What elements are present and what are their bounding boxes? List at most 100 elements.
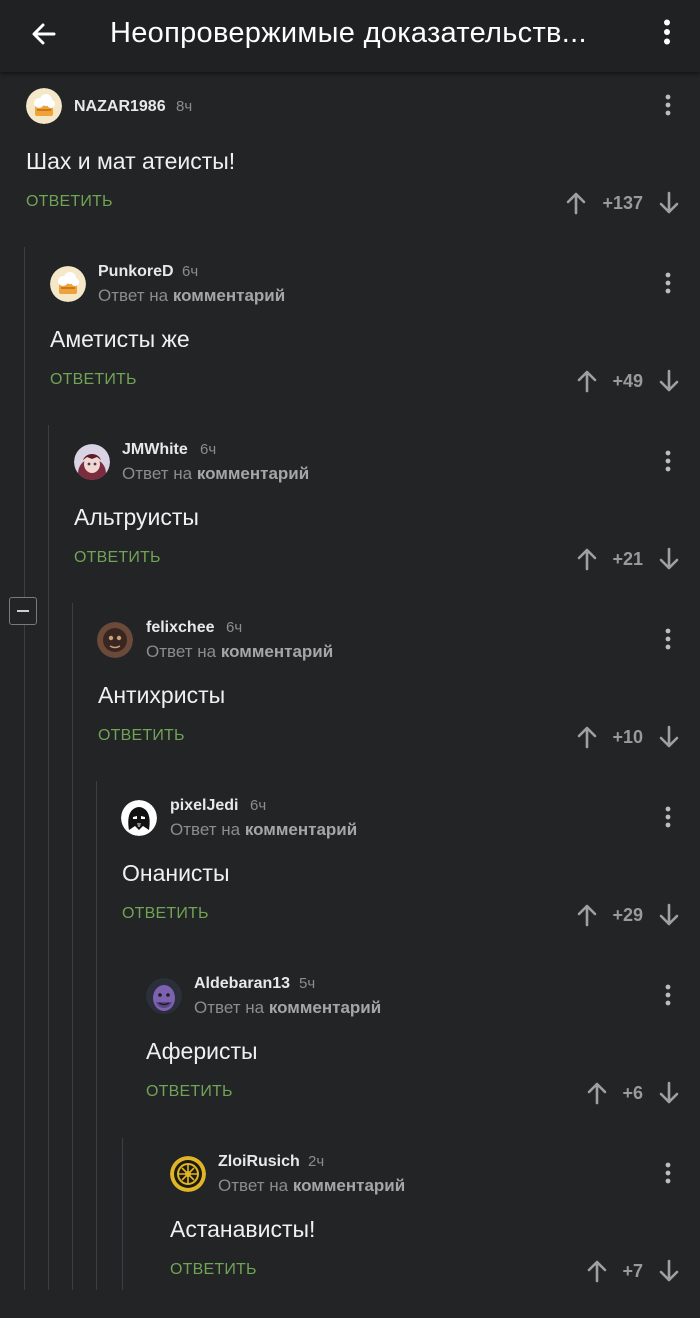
author-name[interactable]: Aldebaran13 xyxy=(194,975,290,993)
comment-time: 5ч xyxy=(299,975,316,992)
comment: PunkoreD 6ч Ответ на комментарий Аметист… xyxy=(0,250,700,428)
back-button[interactable] xyxy=(22,12,66,56)
comment-menu-button[interactable] xyxy=(658,88,678,122)
comment-rating: +21 xyxy=(612,549,643,569)
reply-to-link[interactable]: комментарий xyxy=(293,1176,405,1195)
reply-to-label: Ответ на комментарий xyxy=(146,642,333,662)
reply-to-link[interactable]: комментарий xyxy=(245,820,357,839)
reply-to-link[interactable]: комментарий xyxy=(221,642,333,661)
more-vertical-icon xyxy=(664,19,670,45)
reply-button[interactable]: ОТВЕТИТЬ xyxy=(74,549,161,567)
reply-button[interactable]: ОТВЕТИТЬ xyxy=(170,1261,257,1279)
avatar[interactable] xyxy=(74,444,110,480)
reply-to-label: Ответ на комментарий xyxy=(98,286,285,306)
author-name[interactable]: ZloiRusich xyxy=(218,1153,300,1171)
minus-icon xyxy=(17,610,29,612)
comment-text: Астанависты! xyxy=(170,1216,316,1242)
reply-to-label: Ответ на комментарий xyxy=(218,1176,405,1196)
comment-menu-button[interactable] xyxy=(658,266,678,300)
avatar[interactable] xyxy=(50,266,86,302)
avatar[interactable] xyxy=(170,1156,206,1192)
ornament-avatar-icon xyxy=(170,1156,206,1192)
downvote-button[interactable] xyxy=(656,366,682,396)
downvote-button[interactable] xyxy=(656,1256,682,1286)
arrow-down-icon xyxy=(659,1259,679,1282)
reply-to-prefix: Ответ на xyxy=(218,1176,289,1195)
comment-rating: +7 xyxy=(622,1261,643,1281)
reply-to-link[interactable]: комментарий xyxy=(173,286,285,305)
arrow-down-icon xyxy=(659,547,679,570)
comment-time: 6ч xyxy=(200,441,217,458)
more-vertical-icon xyxy=(665,984,671,1006)
reply-to-prefix: Ответ на xyxy=(146,642,217,661)
arrow-down-icon xyxy=(659,191,679,214)
reply-to-prefix: Ответ на xyxy=(122,464,193,483)
author-name[interactable]: NAZAR1986 xyxy=(74,98,166,116)
comment-text: Онанисты xyxy=(122,860,230,886)
comment-rating: +137 xyxy=(602,193,643,213)
comment-text: Аметисты же xyxy=(50,326,190,352)
downvote-button[interactable] xyxy=(656,188,682,218)
author-name[interactable]: felixchee xyxy=(146,619,214,637)
comment-rating: +29 xyxy=(612,905,643,925)
reply-button[interactable]: ОТВЕТИТЬ xyxy=(122,905,209,923)
comment-time: 6ч xyxy=(226,619,243,636)
chef-hat-avatar-icon xyxy=(50,266,86,302)
avatar[interactable] xyxy=(26,88,62,124)
comment-menu-button[interactable] xyxy=(658,1156,678,1190)
comment-time: 8ч xyxy=(176,98,193,115)
arrow-down-icon xyxy=(659,903,679,926)
arrow-down-icon xyxy=(659,725,679,748)
comment-thread: NAZAR1986 8ч Шах и мат атеисты! ОТВЕТИТЬ… xyxy=(0,72,700,1290)
comment-menu-button[interactable] xyxy=(658,444,678,478)
comment: felixchee 6ч Ответ на комментарий Антихр… xyxy=(0,606,700,784)
author-name[interactable]: pixelJedi xyxy=(170,797,238,815)
downvote-button[interactable] xyxy=(656,544,682,574)
comment: ZloiRusich 2ч Ответ на комментарий Астан… xyxy=(0,1140,700,1318)
comment-menu-button[interactable] xyxy=(658,622,678,656)
downvote-button[interactable] xyxy=(656,722,682,752)
avatar[interactable] xyxy=(146,978,182,1014)
more-vertical-icon xyxy=(665,272,671,294)
more-vertical-icon xyxy=(665,628,671,650)
arrow-down-icon xyxy=(659,1081,679,1104)
reply-button[interactable]: ОТВЕТИТЬ xyxy=(50,371,137,389)
reply-to-label: Ответ на комментарий xyxy=(122,464,309,484)
arrow-down-icon xyxy=(659,369,679,392)
page-title: Неопровержимые доказательств... xyxy=(110,17,587,49)
comment-menu-button[interactable] xyxy=(658,978,678,1012)
reply-button[interactable]: ОТВЕТИТЬ xyxy=(26,193,113,211)
reply-to-label: Ответ на комментарий xyxy=(194,998,381,1018)
chef-hat-avatar-icon xyxy=(26,88,62,124)
reply-to-link[interactable]: комментарий xyxy=(197,464,309,483)
more-vertical-icon xyxy=(665,94,671,116)
comment: pixelJedi 6ч Ответ на комментарий Онанис… xyxy=(0,784,700,962)
reply-to-link[interactable]: комментарий xyxy=(269,998,381,1017)
author-name[interactable]: PunkoreD xyxy=(98,263,174,281)
overflow-menu-button[interactable] xyxy=(652,12,682,52)
comment: JMWhite 6ч Ответ на комментарий Альтруис… xyxy=(0,428,700,606)
comment: Aldebaran13 5ч Ответ на комментарий Афер… xyxy=(0,962,700,1140)
reply-to-prefix: Ответ на xyxy=(194,998,265,1017)
reply-button[interactable]: ОТВЕТИТЬ xyxy=(146,1083,233,1101)
collapse-thread-button[interactable] xyxy=(9,597,37,625)
comment-text: Альтруисты xyxy=(74,504,199,530)
anime-girl-avatar-icon xyxy=(74,444,110,480)
comment-rating: +49 xyxy=(612,371,643,391)
avatar[interactable] xyxy=(97,622,133,658)
avatar[interactable] xyxy=(121,800,157,836)
reply-to-prefix: Ответ на xyxy=(98,286,169,305)
more-vertical-icon xyxy=(665,806,671,828)
author-name[interactable]: JMWhite xyxy=(122,441,188,459)
upvote-button[interactable] xyxy=(563,188,589,218)
arrow-left-icon xyxy=(32,23,56,45)
reply-button[interactable]: ОТВЕТИТЬ xyxy=(98,727,185,745)
downvote-button[interactable] xyxy=(656,900,682,930)
dark-face-avatar-icon xyxy=(97,622,133,658)
darth-vader-avatar-icon xyxy=(121,800,157,836)
comment: NAZAR1986 8ч Шах и мат атеисты! ОТВЕТИТЬ… xyxy=(0,72,700,250)
comment-menu-button[interactable] xyxy=(658,800,678,834)
more-vertical-icon xyxy=(665,450,671,472)
comment-rating: +10 xyxy=(612,727,643,747)
downvote-button[interactable] xyxy=(656,1078,682,1108)
